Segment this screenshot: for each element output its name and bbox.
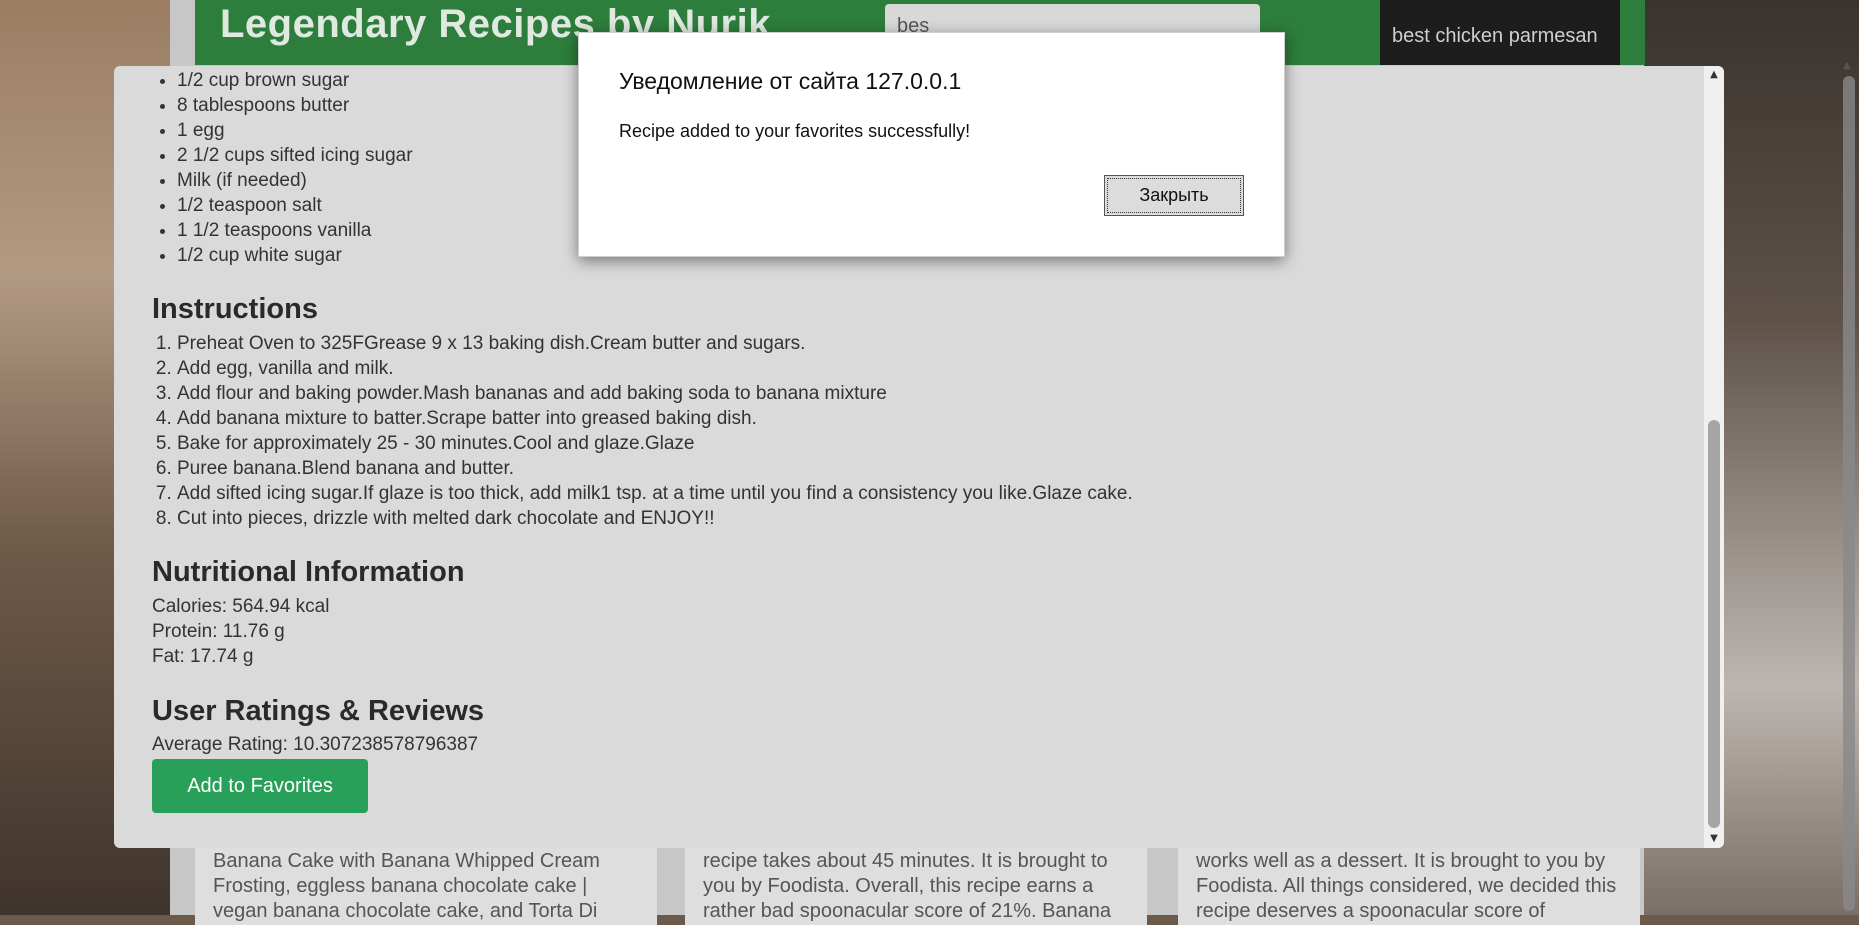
- protein-value: Protein: 11.76 g: [152, 621, 285, 642]
- list-item: 1/2 cup white sugar: [177, 243, 413, 268]
- scroll-thumb[interactable]: [1708, 420, 1720, 828]
- fat-value: Fat: 17.74 g: [152, 646, 254, 667]
- list-item: Add flour and baking powder.Mash bananas…: [177, 381, 1133, 406]
- ingredients-list: 1/2 cup brown sugar 8 tablespoons butter…: [152, 68, 413, 268]
- list-item: 8 tablespoons butter: [177, 93, 413, 118]
- recipe-card[interactable]: recipe takes about 45 minutes. It is bro…: [685, 835, 1147, 925]
- list-item: 1/2 teaspoon salt: [177, 193, 413, 218]
- add-to-favorites-button[interactable]: Add to Favorites: [152, 759, 368, 813]
- calories-value: Calories: 564.94 kcal: [152, 596, 330, 617]
- list-item: 1/2 cup brown sugar: [177, 68, 413, 93]
- list-item: Add egg, vanilla and milk.: [177, 356, 1133, 381]
- list-item: Milk (if needed): [177, 168, 413, 193]
- scroll-down-icon[interactable]: ▼: [1704, 830, 1724, 848]
- list-item: Add sifted icing sugar.If glaze is too t…: [177, 481, 1133, 506]
- search-suggestion[interactable]: best chicken parmesan: [1380, 0, 1620, 65]
- list-item: 2 1/2 cups sifted icing sugar: [177, 143, 413, 168]
- alert-dialog: Уведомление от сайта 127.0.0.1 Recipe ad…: [578, 32, 1285, 257]
- modal-scrollbar[interactable]: ▲ ▼: [1704, 66, 1724, 848]
- close-button[interactable]: Закрыть: [1104, 175, 1244, 216]
- scroll-up-icon[interactable]: ▲: [1843, 60, 1855, 72]
- list-item: 1 1/2 teaspoons vanilla: [177, 218, 413, 243]
- dialog-message: Recipe added to your favorites successfu…: [619, 121, 971, 141]
- list-item: Add banana mixture to batter.Scrape batt…: [177, 406, 1133, 431]
- window-scrollbar[interactable]: ▲: [1837, 0, 1859, 915]
- list-item: Cut into pieces, drizzle with melted dar…: [177, 506, 1133, 531]
- window-scroll-thumb[interactable]: [1843, 76, 1855, 911]
- dialog-title: Уведомление от сайта 127.0.0.1: [619, 68, 962, 94]
- scroll-up-icon[interactable]: ▲: [1704, 66, 1724, 84]
- instructions-heading: Instructions: [152, 293, 318, 325]
- list-item: Preheat Oven to 325FGrease 9 x 13 baking…: [177, 331, 1133, 356]
- nutrition-heading: Nutritional Information: [152, 556, 465, 588]
- average-rating: Average Rating: 10.307238578796387: [152, 734, 479, 755]
- list-item: 1 egg: [177, 118, 413, 143]
- recipe-card[interactable]: works well as a dessert. It is brought t…: [1178, 835, 1640, 925]
- recipe-card[interactable]: Banana Cake with Banana Whipped Cream Fr…: [195, 835, 657, 925]
- ratings-heading: User Ratings & Reviews: [152, 695, 485, 727]
- instructions-list: Preheat Oven to 325FGrease 9 x 13 baking…: [152, 331, 1133, 531]
- list-item: Puree banana.Blend banana and butter.: [177, 456, 1133, 481]
- list-item: Bake for approximately 25 - 30 minutes.C…: [177, 431, 1133, 456]
